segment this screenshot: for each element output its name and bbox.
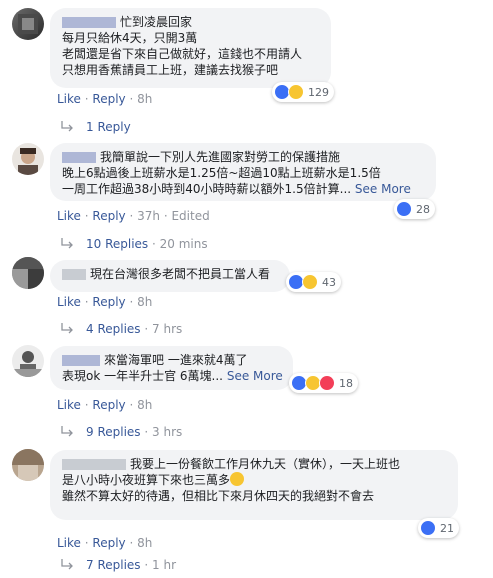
replies-count[interactable]: 7 Replies <box>86 558 141 572</box>
reaction-count: 18 <box>339 376 353 390</box>
comment-actions: Like · Reply · 8h <box>57 398 153 412</box>
reply-arrow-icon <box>61 426 73 437</box>
reply-link[interactable]: Reply <box>92 209 125 223</box>
like-link[interactable]: Like <box>57 209 81 223</box>
view-replies[interactable]: 4 Replies · 7 hrs <box>60 322 182 336</box>
avatar[interactable] <box>12 449 44 481</box>
comment-line: 雖然不算太好的待遇，但相比下來月休四天的我絕對不會去 <box>62 489 375 503</box>
timestamp[interactable]: 8h <box>137 536 152 550</box>
comment-bubble: 現在台灣很多老闆不把員工當人看 <box>50 260 290 292</box>
see-more-link[interactable]: See More <box>355 182 411 196</box>
like-link[interactable]: Like <box>57 92 81 106</box>
replies-count[interactable]: 9 Replies <box>86 425 141 439</box>
like-link[interactable]: Like <box>57 398 81 412</box>
see-more-link[interactable]: See More <box>227 369 283 383</box>
view-replies[interactable]: 9 Replies · 3 hrs <box>60 425 182 439</box>
reply-arrow-icon <box>61 559 73 570</box>
comment-bubble: 來當海軍吧 一進來就4萬了 表現ok 一年半升士官 6萬塊... See Mor… <box>50 346 293 390</box>
avatar[interactable] <box>12 8 44 40</box>
avatar[interactable] <box>12 143 44 175</box>
like-link[interactable]: Like <box>57 536 81 550</box>
comment-line: 只想用香蕉請員工上班，建議去找猴子吧 <box>62 63 279 77</box>
thinking-emoji-icon <box>230 472 245 486</box>
comment-actions: Like · Reply · 37h · Edited <box>57 209 210 223</box>
love-reaction-icon <box>319 375 335 391</box>
comment-first-line: 來當海軍吧 一進來就4萬了 <box>104 353 248 367</box>
reply-arrow-icon <box>61 323 73 334</box>
replies-count[interactable]: 4 Replies <box>86 322 141 336</box>
comment-line: 一周工作超過38小時到40小時時薪以額外1.5倍計算... <box>62 182 352 196</box>
author-name[interactable] <box>62 152 96 163</box>
comment-actions: Like · Reply · 8h <box>57 295 153 309</box>
view-replies[interactable]: 1 Reply <box>60 120 131 134</box>
reply-arrow-icon <box>61 238 73 249</box>
reply-link[interactable]: Reply <box>92 295 125 309</box>
author-name[interactable] <box>62 355 100 366</box>
replies-time: 3 hrs <box>152 425 183 439</box>
haha-reaction-icon <box>288 84 304 100</box>
view-replies[interactable]: 10 Replies · 20 mins <box>60 237 208 251</box>
comment-line: 每月只給休4天，只開3萬 <box>62 31 198 45</box>
author-name[interactable] <box>62 459 126 470</box>
comment-first-line: 現在台灣很多老闆不把員工當人看 <box>90 267 271 281</box>
author-name[interactable] <box>62 17 116 28</box>
timestamp[interactable]: 37h <box>137 209 160 223</box>
haha-reaction-icon <box>302 274 318 290</box>
like-link[interactable]: Like <box>57 295 81 309</box>
avatar[interactable] <box>12 257 44 289</box>
comment-line: 表現ok 一年半升士官 6萬塊... <box>62 369 223 383</box>
reaction-count: 129 <box>308 85 329 99</box>
reply-link[interactable]: Reply <box>92 398 125 412</box>
replies-time: 20 mins <box>159 237 208 251</box>
timestamp[interactable]: 8h <box>137 295 152 309</box>
author-name[interactable] <box>62 269 86 280</box>
comment-first-line: 忙到凌晨回家 <box>120 15 193 29</box>
replies-count[interactable]: 1 Reply <box>86 120 131 134</box>
reaction-count: 43 <box>322 275 336 289</box>
replies-count[interactable]: 10 Replies <box>86 237 148 251</box>
comment-bubble: 我要上一份餐飲工作月休九天（實休），一天上班也 是八小時小夜班算下來也三萬多 雖… <box>50 450 458 520</box>
comment-first-line: 我要上一份餐飲工作月休九天（實休），一天上班也 <box>130 457 401 471</box>
reply-arrow-icon <box>61 121 73 132</box>
like-reaction-icon <box>420 520 436 536</box>
reaction-count: 28 <box>416 202 430 216</box>
comment-line: 是八小時小夜班算下來也三萬多 <box>62 473 231 487</box>
reply-link[interactable]: Reply <box>92 536 125 550</box>
view-replies[interactable]: 7 Replies · 1 hr <box>60 558 176 572</box>
reply-link[interactable]: Reply <box>92 92 125 106</box>
comment-actions: Like · Reply · 8h <box>57 536 153 550</box>
comment-bubble: 忙到凌晨回家 每月只給休4天，只開3萬 老闆還是省下來自己做就好，這錢也不用請人… <box>50 8 331 88</box>
avatar[interactable] <box>12 345 44 377</box>
comment-bubble: 我簡單說一下別人先進國家對勞工的保護措施 晚上6點過後上班薪水是1.25倍~超過… <box>50 143 436 201</box>
reactions-summary[interactable]: 21 <box>418 518 459 538</box>
replies-time: 1 hr <box>152 558 177 572</box>
timestamp[interactable]: 8h <box>137 398 152 412</box>
comment-first-line: 我簡單說一下別人先進國家對勞工的保護措施 <box>100 150 341 164</box>
like-reaction-icon <box>396 201 412 217</box>
comment-actions: Like · Reply · 8h <box>57 92 153 106</box>
reactions-summary[interactable]: 129 <box>272 82 334 102</box>
replies-time: 7 hrs <box>152 322 183 336</box>
reactions-summary[interactable]: 28 <box>394 199 435 219</box>
timestamp[interactable]: 8h <box>137 92 152 106</box>
reactions-summary[interactable]: 43 <box>286 272 341 292</box>
reaction-count: 21 <box>440 521 454 535</box>
edited-label[interactable]: Edited <box>171 209 209 223</box>
reactions-summary[interactable]: 18 <box>289 373 358 393</box>
comment-line: 晚上6點過後上班薪水是1.25倍~超過10點上班薪水是1.5倍 <box>62 166 381 180</box>
comment-line: 老闆還是省下來自己做就好，這錢也不用請人 <box>62 47 303 61</box>
